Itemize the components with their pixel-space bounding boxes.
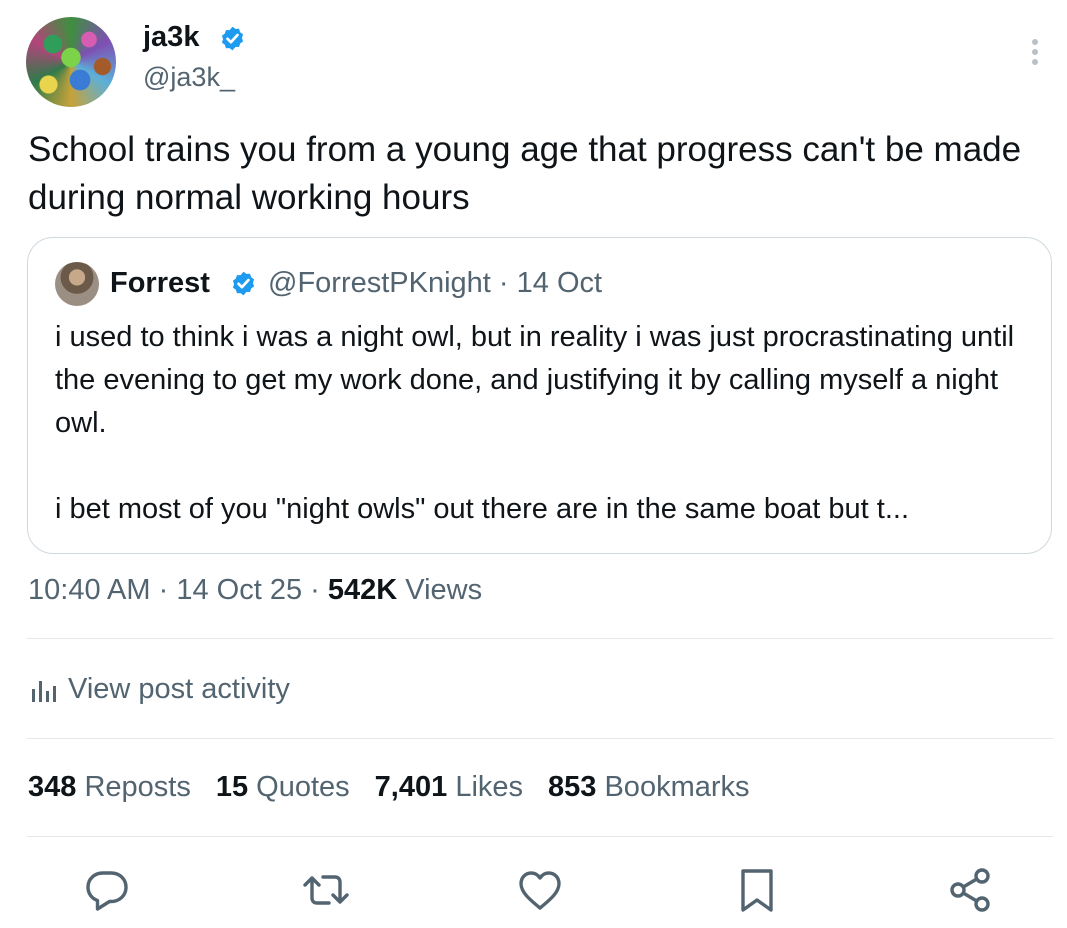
stat-likes[interactable]: 7,401 Likes: [375, 771, 523, 804]
separator-dot: ·: [498, 267, 509, 299]
stat-label: Reposts: [84, 771, 191, 803]
stat-label: Bookmarks: [604, 771, 750, 803]
bookmark-button[interactable]: [733, 866, 781, 914]
quote-author-handle[interactable]: @ForrestPKnight: [268, 267, 491, 299]
quote-text: i used to think i was a night owl, but i…: [55, 321, 1015, 525]
author-handle[interactable]: @ja3k_: [143, 62, 235, 93]
reply-button[interactable]: [83, 866, 131, 914]
stat-quotes[interactable]: 15 Quotes: [216, 771, 350, 804]
quote-author-name[interactable]: Forrest: [110, 267, 210, 300]
separator-dot: ·: [158, 574, 169, 606]
author-avatar[interactable]: [26, 17, 116, 107]
stat-count: 7,401: [374, 771, 448, 803]
engagement-stats: 348 Reposts 15 Quotes 7,401 Likes 853 Bookm…: [28, 771, 775, 804]
author-name[interactable]: ja3k: [143, 21, 199, 54]
post-time[interactable]: 10:40 AM: [28, 574, 151, 606]
bookmark-icon: [741, 869, 773, 912]
divider: [27, 738, 1053, 739]
more-options-icon[interactable]: [1023, 37, 1047, 67]
verified-badge-icon: [221, 26, 244, 51]
share-icon: [950, 868, 990, 912]
post-date[interactable]: 14 Oct 25: [176, 574, 302, 606]
stat-count: 15: [215, 771, 249, 803]
like-icon: [519, 871, 561, 910]
share-button[interactable]: [946, 866, 994, 914]
quote-author-meta: @ForrestPKnight · 14 Oct: [268, 267, 602, 300]
repost-icon: [303, 875, 349, 905]
stat-count: 853: [548, 771, 597, 803]
stat-label: Likes: [455, 771, 524, 803]
post-meta: 10:40 AM · 14 Oct 25 · 542K Views: [28, 574, 482, 607]
quote-author-avatar[interactable]: [55, 262, 99, 306]
verified-badge-icon: [232, 271, 255, 296]
repost-button[interactable]: [302, 866, 350, 914]
reply-icon: [86, 871, 128, 911]
divider: [27, 836, 1053, 837]
tweet-text: School trains you from a young age that …: [28, 130, 1022, 217]
like-button[interactable]: [516, 866, 564, 914]
stat-count: 348: [28, 771, 77, 803]
quote-date[interactable]: 14 Oct: [517, 267, 602, 299]
stat-reposts[interactable]: 348 Reposts: [28, 771, 191, 804]
stat-label: Quotes: [256, 771, 350, 803]
divider: [27, 638, 1053, 639]
analytics-icon[interactable]: [31, 677, 57, 703]
views-count: 542K: [327, 574, 398, 606]
stat-bookmarks[interactable]: 853 Bookmarks: [548, 771, 750, 804]
separator-dot: ·: [310, 574, 320, 606]
view-post-activity-link[interactable]: View post activity: [68, 673, 290, 706]
views-label: Views: [405, 574, 483, 606]
